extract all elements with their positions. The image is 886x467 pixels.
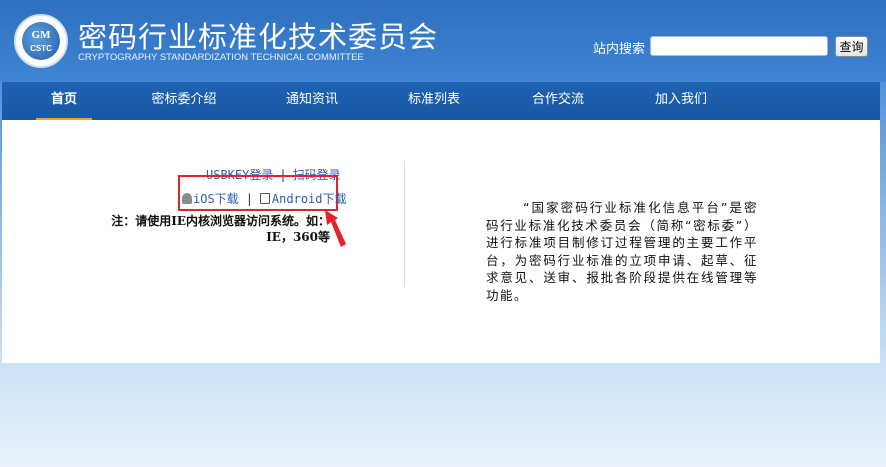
search-button[interactable]: 查询 bbox=[835, 36, 868, 57]
nav-item-home[interactable]: 首页 bbox=[36, 82, 92, 120]
nav-item-news[interactable]: 通知资讯 bbox=[274, 82, 350, 120]
content-panel: USBKEY登录 | 扫码登录 iOS下载 | Android下载 注：请使用IE内核浏… bbox=[2, 120, 880, 363]
nav-item-about[interactable]: 密标委介绍 bbox=[140, 82, 228, 120]
site-subtitle: CRYPTOGRAPHY STANDARDIZATION TECHNICAL C… bbox=[78, 52, 364, 63]
download-links: iOS下载 | Android下载 bbox=[182, 190, 347, 207]
logo-text-sub: CSTC bbox=[30, 44, 52, 53]
vertical-divider bbox=[404, 162, 405, 287]
site-title: 密码行业标准化技术委员会 bbox=[78, 20, 439, 54]
android-icon bbox=[182, 193, 192, 204]
search-input[interactable] bbox=[650, 36, 828, 56]
android-download-link[interactable]: Android下载 bbox=[272, 192, 347, 206]
logo-text-main: GM bbox=[31, 29, 51, 41]
logo-inner-circle: GM CSTC bbox=[22, 22, 60, 60]
main-nav: 首页 密标委介绍 通知资讯 标准列表 合作交流 加入我们 bbox=[2, 82, 880, 120]
download-separator: | bbox=[245, 192, 253, 206]
ios-download-link[interactable]: iOS下载 bbox=[193, 192, 239, 206]
nav-item-standards[interactable]: 标准列表 bbox=[396, 82, 472, 120]
search-label: 站内搜索 bbox=[593, 42, 646, 57]
nav-item-cooperation[interactable]: 合作交流 bbox=[520, 82, 596, 120]
browser-notice: 注：请使用IE内核浏览器访问系统。如：IE，360等 bbox=[111, 214, 330, 244]
book-icon bbox=[259, 193, 270, 204]
site-header: GM CSTC 密码行业标准化技术委员会 CRYPTOGRAPHY STANDA… bbox=[0, 0, 886, 82]
nav-item-join[interactable]: 加入我们 bbox=[643, 82, 719, 120]
red-arrow-icon bbox=[325, 210, 346, 247]
intro-text: “国家密码行业标准化信息平台”是密码行业标准化技术委员会（简称“密标委”）进行标… bbox=[486, 200, 758, 303]
logo-emblem[interactable]: GM CSTC bbox=[14, 14, 68, 68]
platform-intro: “国家密码行业标准化信息平台”是密码行业标准化技术委员会（简称“密标委”）进行标… bbox=[486, 199, 758, 304]
